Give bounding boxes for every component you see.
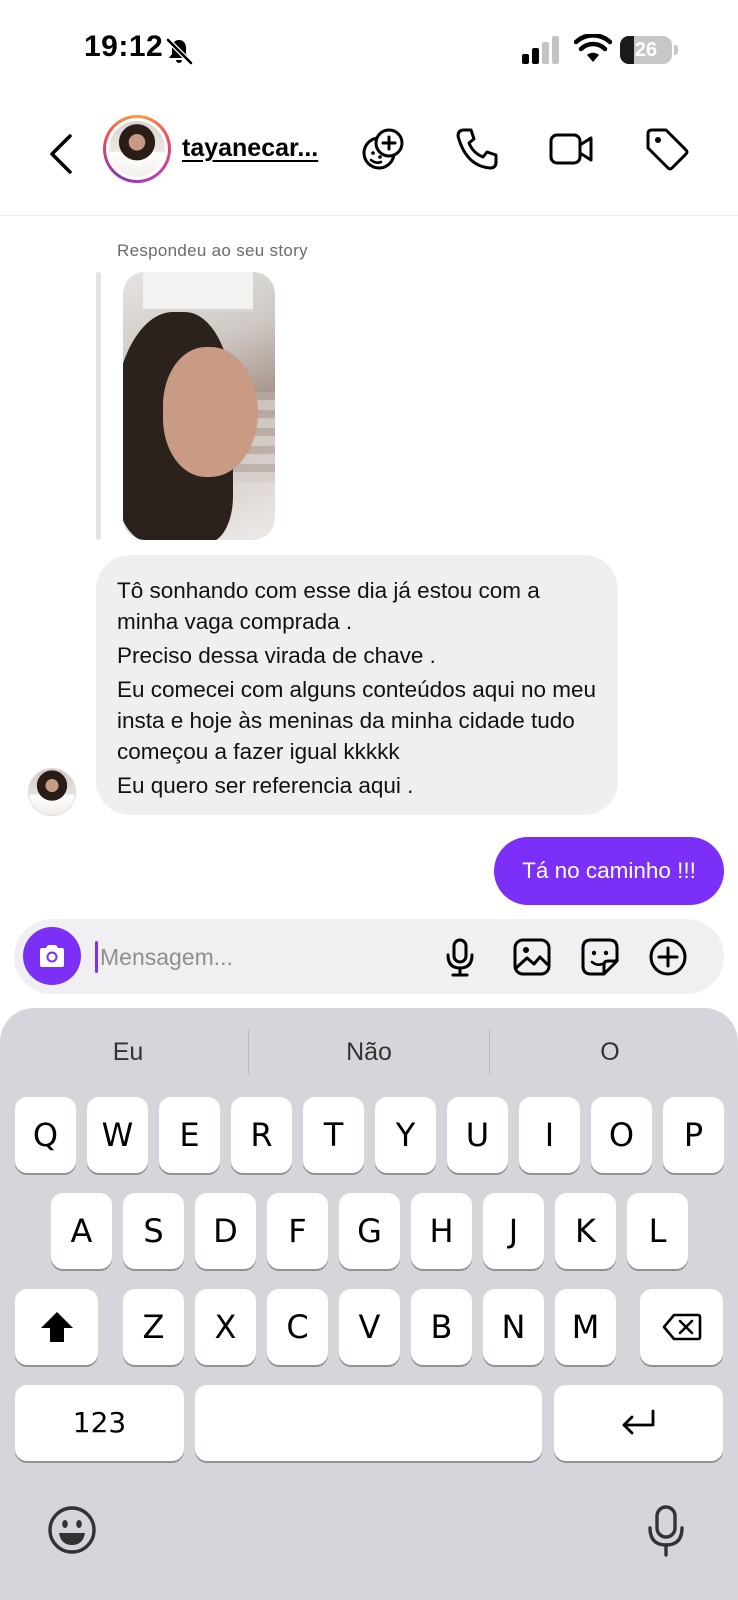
space-key[interactable]: [195, 1385, 542, 1461]
key-letter[interactable]: Y: [375, 1097, 436, 1173]
key-letter[interactable]: T: [303, 1097, 364, 1173]
shift-icon: [40, 1312, 73, 1342]
backspace-key[interactable]: [640, 1289, 723, 1365]
add-effect-icon[interactable]: [360, 126, 406, 172]
key-letter[interactable]: I: [519, 1097, 580, 1173]
key-letter[interactable]: V: [339, 1289, 400, 1365]
key-letter[interactable]: N: [483, 1289, 544, 1365]
phone-icon[interactable]: [454, 126, 500, 172]
battery-icon: 26: [620, 36, 678, 64]
key-letter[interactable]: R: [231, 1097, 292, 1173]
key-letter[interactable]: M: [555, 1289, 616, 1365]
sender-avatar[interactable]: [28, 768, 76, 816]
key-letter[interactable]: E: [159, 1097, 220, 1173]
signal-icon: [522, 36, 559, 64]
key-letter[interactable]: G: [339, 1193, 400, 1269]
key-letter[interactable]: U: [447, 1097, 508, 1173]
status-time: 19:12: [84, 30, 164, 63]
key-letter[interactable]: P: [663, 1097, 724, 1173]
key-letter[interactable]: A: [51, 1193, 112, 1269]
key-letter[interactable]: J: [483, 1193, 544, 1269]
dictation-mic-icon[interactable]: [646, 1504, 686, 1558]
camera-icon: [40, 945, 64, 967]
incoming-message-bubble[interactable]: Tô sonhando com esse dia já estou com a …: [96, 555, 618, 815]
suggestion-item[interactable]: O: [490, 1008, 730, 1096]
back-arrow-icon[interactable]: [44, 130, 80, 178]
video-icon[interactable]: [548, 126, 594, 172]
profile-avatar[interactable]: [103, 115, 171, 183]
bell-off-icon: [166, 38, 193, 65]
return-key[interactable]: [554, 1385, 723, 1461]
emoji-icon[interactable]: [46, 1504, 98, 1556]
key-letter[interactable]: X: [195, 1289, 256, 1365]
key-letter[interactable]: S: [123, 1193, 184, 1269]
wifi-icon: [574, 34, 612, 62]
message-line: Eu quero ser referencia aqui .: [117, 773, 414, 798]
key-letter[interactable]: F: [267, 1193, 328, 1269]
username-link[interactable]: tayanecar...: [182, 134, 318, 163]
key-letter[interactable]: D: [195, 1193, 256, 1269]
message-composer: [14, 919, 724, 994]
message-line: Eu comecei com alguns conteúdos aqui no …: [117, 677, 597, 764]
plus-circle-icon[interactable]: [648, 937, 688, 977]
key-letter[interactable]: C: [267, 1289, 328, 1365]
suggestion-item[interactable]: Não: [249, 1008, 489, 1096]
story-thumbnail[interactable]: [123, 272, 275, 540]
return-icon: [622, 1409, 654, 1435]
conversation-header: tayanecar...: [0, 100, 738, 216]
numbers-key[interactable]: 123: [15, 1385, 184, 1461]
reply-indicator-bar: [96, 272, 101, 540]
tag-icon[interactable]: [644, 126, 690, 172]
message-line: Preciso dessa virada de chave .: [117, 643, 436, 668]
suggestion-bar: Eu Não O: [0, 1008, 738, 1096]
story-reply-label: Respondeu ao seu story: [117, 241, 308, 260]
key-letter[interactable]: Z: [123, 1289, 184, 1365]
key-letter[interactable]: K: [555, 1193, 616, 1269]
key-letter[interactable]: B: [411, 1289, 472, 1365]
virtual-keyboard: Eu Não O Q W E R T Y U I O P A S D F G H…: [0, 1008, 738, 1600]
battery-level: 26: [634, 39, 658, 61]
backspace-icon: [662, 1313, 701, 1341]
gallery-icon[interactable]: [512, 937, 552, 977]
camera-button[interactable]: [23, 927, 81, 985]
microphone-icon[interactable]: [440, 937, 480, 977]
key-letter[interactable]: H: [411, 1193, 472, 1269]
shift-key[interactable]: [15, 1289, 98, 1365]
suggestion-item[interactable]: Eu: [8, 1008, 248, 1096]
message-input[interactable]: [98, 937, 438, 977]
key-letter[interactable]: O: [591, 1097, 652, 1173]
key-letter[interactable]: W: [87, 1097, 148, 1173]
key-letter[interactable]: Q: [15, 1097, 76, 1173]
status-bar: 19:12 26: [0, 0, 738, 100]
sticker-icon[interactable]: [580, 937, 620, 977]
key-letter[interactable]: L: [627, 1193, 688, 1269]
outgoing-message-bubble[interactable]: Tá no caminho !!!: [494, 837, 724, 905]
message-line: Tô sonhando com esse dia já estou com a …: [117, 578, 540, 634]
